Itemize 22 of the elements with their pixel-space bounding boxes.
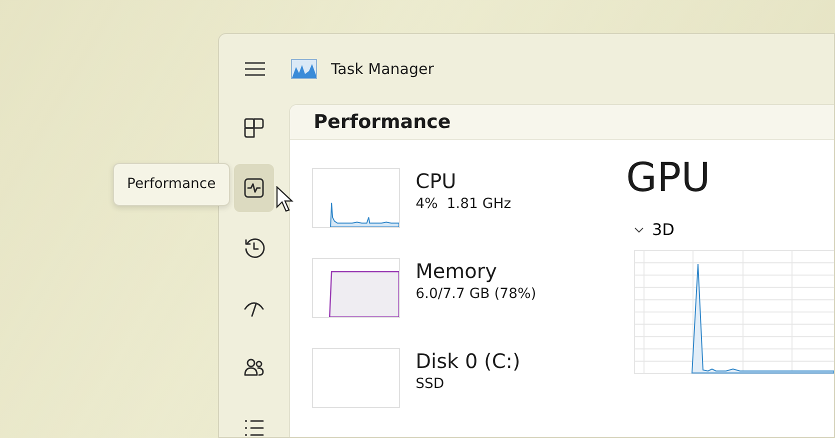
tooltip: Performance	[113, 163, 230, 206]
menu-icon	[244, 61, 266, 77]
cpu-graph[interactable]	[312, 168, 400, 228]
activity-icon	[242, 177, 265, 199]
app-chart-icon	[291, 59, 317, 79]
resource-detail: 6.0/7.7 GB (78%)	[416, 285, 536, 304]
resource-name[interactable]: CPU	[416, 168, 512, 194]
resource-title: GPU	[626, 154, 712, 202]
resource-name[interactable]: Memory	[416, 258, 536, 284]
resource-detail: SSD	[416, 375, 446, 394]
resource-detail: 4% 1.81 GHz	[416, 195, 512, 214]
section-toggle[interactable]: 3D	[626, 218, 674, 242]
chevron-icon	[634, 225, 644, 235]
memory-graph[interactable]	[312, 258, 400, 318]
window-title: Task Manager	[331, 58, 434, 80]
list-icon	[242, 417, 265, 437]
grid-icon	[242, 117, 265, 139]
page-title: Performance	[314, 110, 451, 135]
users-icon	[242, 357, 265, 379]
history-icon	[242, 237, 265, 259]
sidebar-item[interactable]	[234, 164, 274, 212]
resource-name[interactable]: Disk 0 (C:)	[416, 348, 520, 374]
